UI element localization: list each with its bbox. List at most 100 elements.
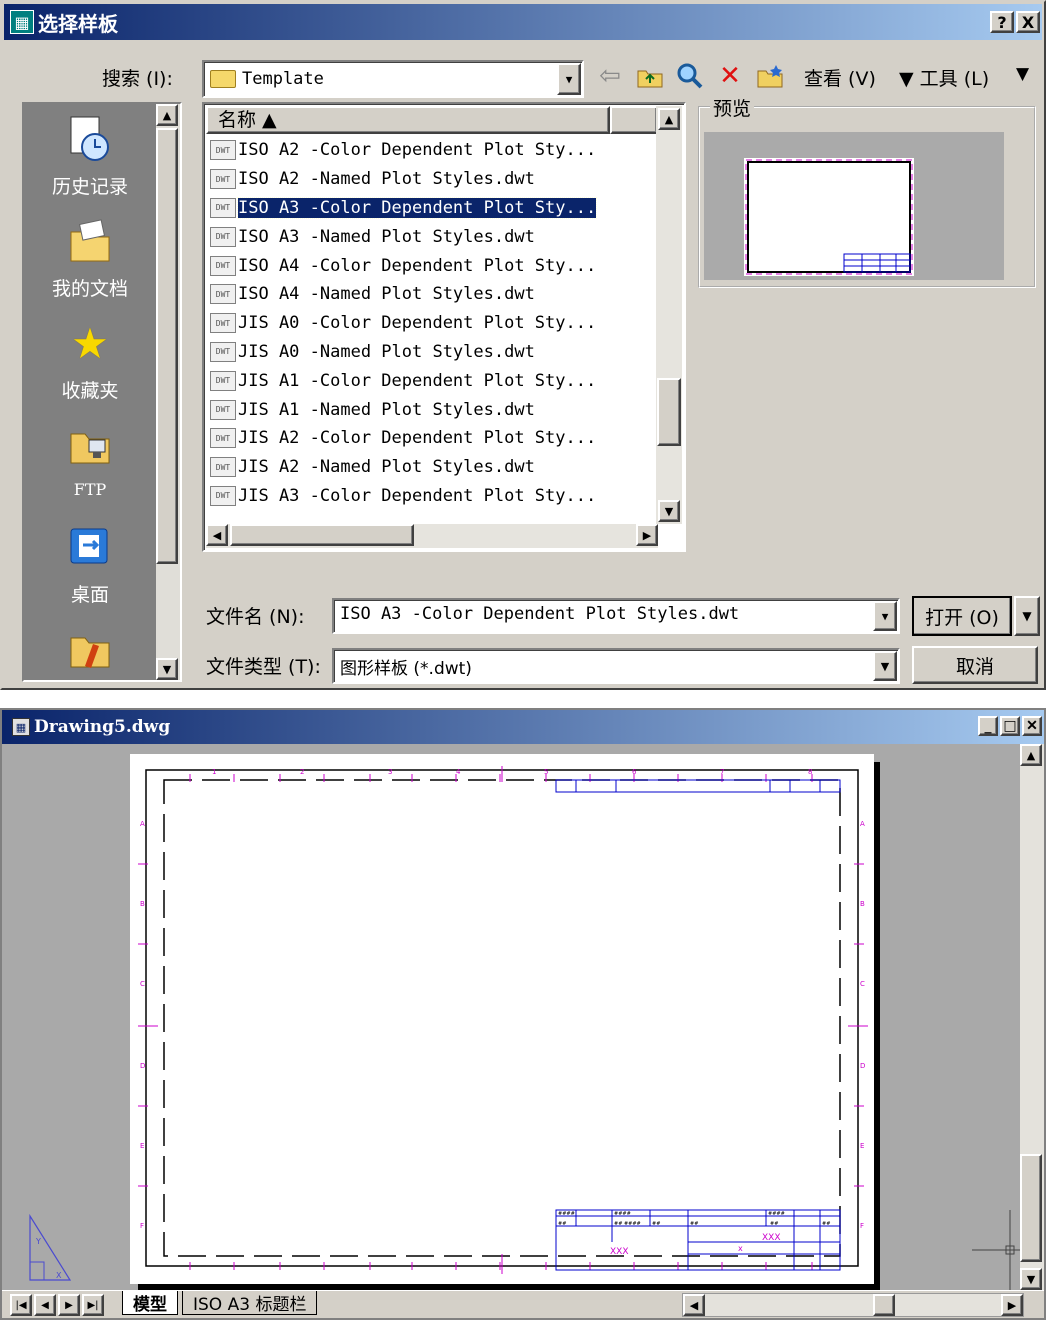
drawing-scroll-right-button[interactable]: ▶ [1001,1294,1023,1316]
file-row[interactable]: DWT ISO A3 -Named Plot Styles.dwt [210,222,660,251]
svg-text:4: 4 [456,768,461,776]
drawing-scroll-left-button[interactable]: ◀ [683,1294,705,1316]
next-tab-button[interactable]: ▶ [58,1294,80,1316]
search-folder-combo[interactable]: Template ▼ [202,60,584,98]
open-button[interactable]: 打开 (O) [912,596,1012,636]
filetype-select[interactable]: 图形样板 (*.dwt) ▼ [332,648,900,684]
svg-text:E: E [860,1142,864,1150]
drawing-hscroll-thumb[interactable] [873,1294,895,1316]
drawing-vscroll-thumb[interactable] [1020,1154,1042,1262]
svg-text:Y: Y [35,1237,41,1246]
dwt-file-icon: DWT [210,226,236,247]
filename-dropdown-button[interactable]: ▼ [873,601,897,631]
filetype-dropdown-button[interactable]: ▼ [873,651,897,681]
file-list[interactable]: 名称 ▲ DWT ISO A2 -Color Dependent Plot Sty… [202,102,686,552]
file-row[interactable]: DWT ISO A4 -Named Plot Styles.dwt [210,280,660,309]
history-icon [65,114,115,164]
search-dropdown-button[interactable]: ▼ [557,63,581,95]
search-folder-value: Template [242,69,324,89]
places-item-buzzsaw[interactable] [24,624,156,680]
places-scroll-up-button[interactable]: ▲ [156,104,178,126]
file-name: JIS A1 -Named Plot Styles.dwt [238,399,535,420]
list-scroll-right-button[interactable]: ▶ [636,524,658,546]
svg-text:X: X [56,1271,62,1280]
search-label: 搜索 (I): [102,68,173,90]
drawing-hscrollbar[interactable]: ◀ ▶ [682,1293,1024,1317]
close-button[interactable]: X [1016,11,1040,33]
tools-menu[interactable]: ▼ 工具 (L) [899,64,989,91]
last-tab-button[interactable]: ▶| [82,1294,104,1316]
svg-text:A: A [860,820,865,828]
help-button[interactable]: ? [990,11,1014,33]
places-scrollbar[interactable]: ▲ ▼ [156,104,180,680]
file-row[interactable]: DWT JIS A1 -Color Dependent Plot Sty... [210,366,660,395]
svg-text:C: C [140,980,145,988]
list-scroll-down-button[interactable]: ▼ [658,500,680,522]
places-item-history[interactable]: 历史记录 [24,114,156,199]
search-web-icon[interactable] [674,60,706,92]
drawing-scroll-down-button[interactable]: ▼ [1020,1268,1042,1290]
list-scroll-thumb[interactable] [657,378,681,446]
create-folder-icon[interactable] [754,60,786,92]
file-row[interactable]: DWT JIS A0 -Named Plot Styles.dwt [210,338,660,367]
documents-icon [65,216,115,266]
dwt-file-icon: DWT [210,485,236,506]
file-row[interactable]: DWT JIS A2 -Color Dependent Plot Sty... [210,424,660,453]
back-icon[interactable]: ⇦ [594,60,626,92]
svg-text:5: 5 [544,768,548,776]
file-row[interactable]: DWT JIS A3 -Color Dependent Plot Sty... [210,482,660,511]
list-scroll-left-button[interactable]: ◀ [206,524,228,546]
up-folder-icon[interactable] [634,60,666,92]
ftp-icon [65,420,115,470]
tab-iso-a3-layout[interactable]: ISO A3 标题栏 [182,1291,318,1315]
open-options-arrow-button[interactable]: ▼ [1014,596,1040,636]
title-block-value-2: XXX [762,1233,781,1243]
places-scroll-thumb[interactable] [156,128,178,564]
column-header-name[interactable]: 名称 ▲ [206,106,610,134]
tab-model[interactable]: 模型 [122,1291,178,1315]
buzzsaw-icon [65,624,115,674]
folder-icon [210,70,236,88]
svg-text:E: E [140,1142,144,1150]
file-row[interactable]: DWT ISO A2 -Color Dependent Plot Sty... [210,136,660,165]
minimize-button[interactable]: _ [978,716,998,736]
dwt-file-icon: DWT [210,399,236,420]
places-item-favorites[interactable]: ★ 收藏夹 [24,318,156,403]
more-menu-arrow[interactable]: ▼ [1016,64,1029,84]
file-list-hscrollbar[interactable]: ◀ ▶ [206,524,658,548]
cancel-button[interactable]: 取消 [912,646,1038,684]
select-template-dialog: ▦ 选择样板 ? X 搜索 (I): Template ▼ ⇦ ✕ 查看 (V)… [0,0,1046,690]
title-block-value-1: XXX [610,1247,629,1257]
file-row[interactable]: DWT JIS A0 -Color Dependent Plot Sty... [210,309,660,338]
view-menu[interactable]: 查看 (V) [804,64,876,91]
places-item-my-documents[interactable]: 我的文档 [24,216,156,301]
svg-text:##: ## [822,1221,830,1227]
file-row[interactable]: DWT ISO A3 -Color Dependent Plot Sty... [210,194,660,223]
places-scroll-down-button[interactable]: ▼ [156,658,178,680]
drawing-vscrollbar[interactable]: ▲ ▼ [1020,744,1044,1290]
list-scroll-up-button[interactable]: ▲ [658,108,680,130]
prev-tab-button[interactable]: ◀ [34,1294,56,1316]
list-hscroll-thumb[interactable] [230,524,414,546]
svg-text:##: ## [558,1221,566,1227]
drawing-paper[interactable]: 12345678 ABCDEF ABCDEF #### #### #### ## ##… [130,754,874,1284]
places-item-ftp[interactable]: FTP [24,420,156,500]
maximize-button[interactable]: □ [1000,716,1020,736]
file-list-vscrollbar[interactable]: ▲ ▼ [656,106,682,524]
file-row[interactable]: DWT ISO A2 -Named Plot Styles.dwt [210,165,660,194]
file-name: ISO A2 -Named Plot Styles.dwt [238,169,535,190]
file-row[interactable]: DWT ISO A4 -Color Dependent Plot Sty... [210,251,660,280]
dwt-file-icon: DWT [210,428,236,449]
filename-input[interactable]: ISO A3 -Color Dependent Plot Styles.dwt … [332,598,900,634]
file-row[interactable]: DWT JIS A1 -Named Plot Styles.dwt [210,395,660,424]
places-item-desktop[interactable]: 桌面 [24,522,156,607]
ucs-icon: YX [26,1213,76,1289]
svg-text:B: B [860,900,865,908]
first-tab-button[interactable]: |◀ [10,1294,32,1316]
delete-icon[interactable]: ✕ [714,60,746,92]
column-header-extra[interactable] [610,106,658,134]
file-row[interactable]: DWT JIS A2 -Named Plot Styles.dwt [210,453,660,482]
drawing-scroll-up-button[interactable]: ▲ [1020,744,1042,766]
drawing-close-button[interactable]: ✕ [1022,716,1042,736]
dwt-file-icon: DWT [210,457,236,478]
